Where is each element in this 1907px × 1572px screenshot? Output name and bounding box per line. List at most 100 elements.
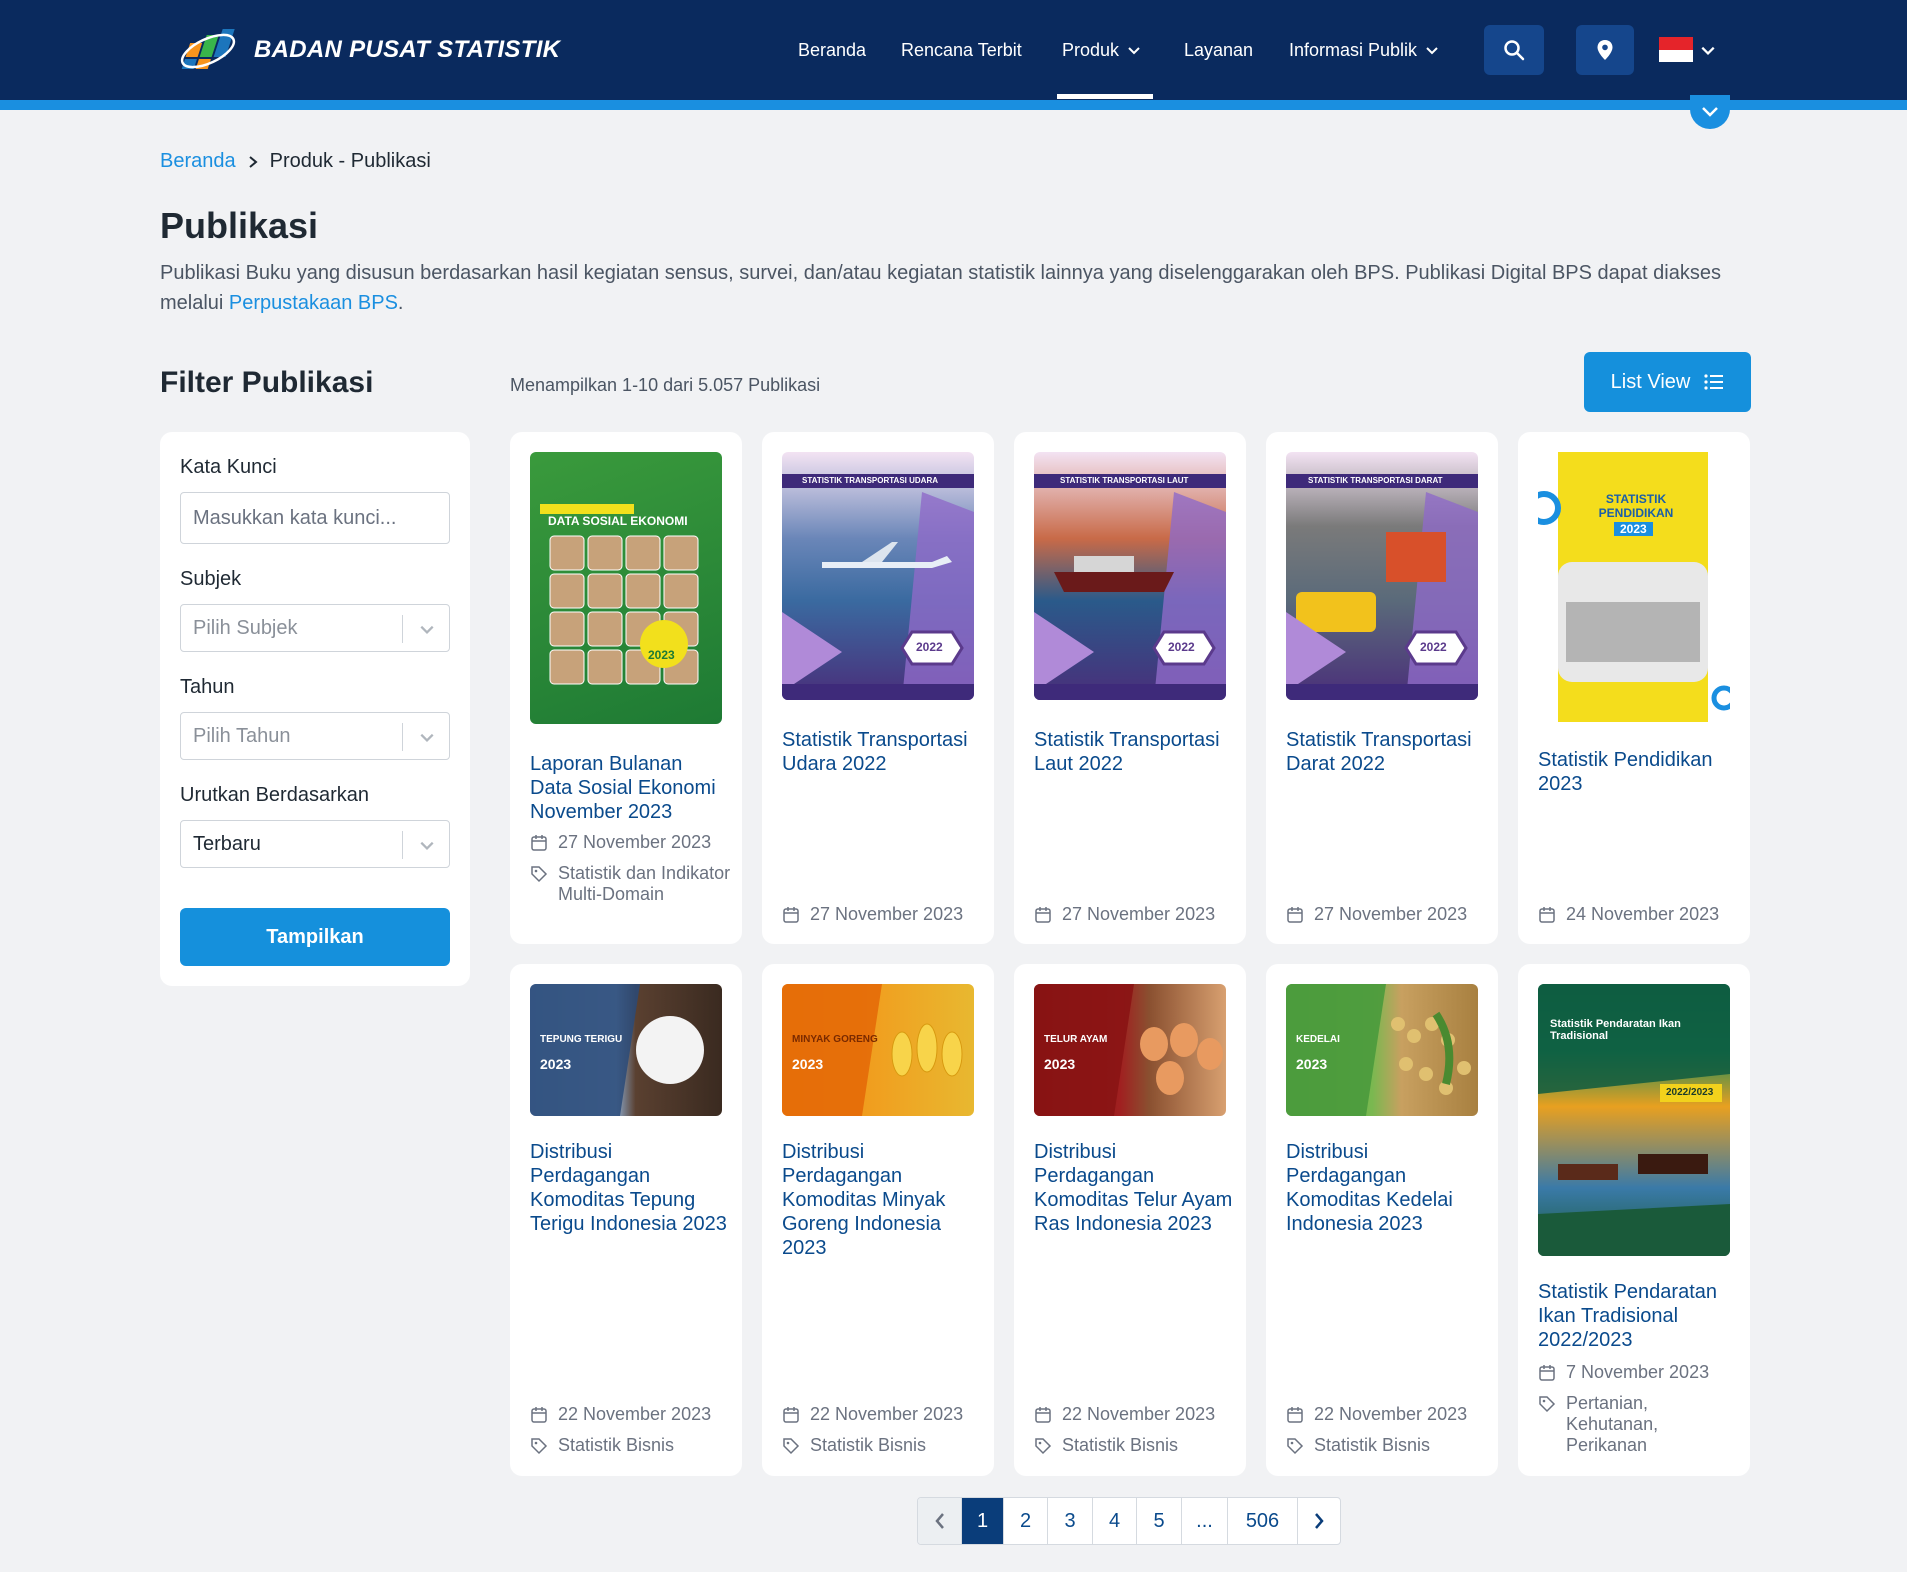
- chevron-left-icon: [934, 1513, 944, 1529]
- publication-cover[interactable]: Statistik Pendaratan Ikan Tradisional 20…: [1538, 984, 1730, 1256]
- publication-title[interactable]: Statistik Transportasi Darat 2022: [1286, 728, 1486, 776]
- sort-value: Terbaru: [193, 832, 261, 855]
- cover-title: MINYAK GORENG: [792, 1034, 878, 1045]
- pagination-page[interactable]: 5: [1137, 1498, 1182, 1544]
- breadcrumb-home[interactable]: Beranda: [160, 150, 236, 173]
- publication-date-text: 7 November 2023: [1566, 1362, 1710, 1382]
- publication-date: 22 November 2023: [782, 1404, 987, 1425]
- pagination-page[interactable]: 4: [1093, 1498, 1137, 1544]
- publication-title[interactable]: Distribusi Perdagangan Komoditas Kedelai…: [1286, 1140, 1486, 1236]
- bps-logo[interactable]: BADAN PUSAT STATISTIK: [178, 24, 560, 76]
- publication-category-text: Statistik Bisnis: [1062, 1435, 1179, 1455]
- calendar-icon: [1539, 907, 1555, 923]
- publication-title[interactable]: Distribusi Perdagangan Komoditas Minyak …: [782, 1140, 982, 1260]
- publication-title[interactable]: Statistik Pendidikan 2023: [1538, 748, 1738, 796]
- sort-select[interactable]: Terbaru: [180, 820, 450, 868]
- pagination: 1 2 3 4 5 ... 506: [917, 1497, 1341, 1545]
- publication-date: 24 November 2023: [1538, 904, 1743, 925]
- publication-cover[interactable]: STATISTIK TRANSPORTASI UDARA 2022: [782, 452, 974, 700]
- publication-card[interactable]: STATISTIK TRANSPORTASI LAUT 2022 Statist…: [1014, 432, 1246, 944]
- cover-title: KEDELAI: [1296, 1034, 1340, 1045]
- cover-title: STATISTIK PENDIDIKAN: [1598, 492, 1674, 520]
- publication-card[interactable]: Statistik Pendaratan Ikan Tradisional 20…: [1518, 964, 1750, 1476]
- page-description: Publikasi Buku yang disusun berdasarkan …: [160, 258, 1750, 318]
- sort-label: Urutkan Berdasarkan: [180, 784, 369, 806]
- publication-category-text: Statistik Bisnis: [810, 1435, 927, 1455]
- publication-card[interactable]: KEDELAI 2023 Distribusi Perdagangan Komo…: [1266, 964, 1498, 1476]
- perpustakaan-link[interactable]: Perpustakaan BPS: [229, 292, 398, 314]
- pagination-next-button[interactable]: [1298, 1498, 1340, 1544]
- cover-year: 2023: [1044, 1056, 1076, 1072]
- publication-card[interactable]: TEPUNG TERIGU 2023 Distribusi Perdaganga…: [510, 964, 742, 1476]
- nav-layanan[interactable]: Layanan: [1184, 0, 1253, 100]
- results-count: Menampilkan 1-10 dari 5.057 Publikasi: [510, 375, 821, 395]
- publication-card[interactable]: STATISTIK TRANSPORTASI DARAT 2022 Statis…: [1266, 432, 1498, 944]
- publication-category: Statistik Bisnis: [530, 1435, 735, 1456]
- tag-icon: [1287, 1438, 1304, 1455]
- chevron-down-icon: [1128, 47, 1140, 55]
- subject-placeholder: Pilih Subjek: [193, 616, 298, 639]
- keyword-label: Kata Kunci: [180, 456, 277, 478]
- page-description-end: .: [397, 292, 404, 314]
- keyword-input[interactable]: Masukkan kata kunci...: [180, 492, 450, 544]
- cover-year: 2023: [792, 1056, 824, 1072]
- pagination-prev-button[interactable]: [918, 1498, 962, 1544]
- publication-cover[interactable]: TEPUNG TERIGU 2023: [530, 984, 722, 1116]
- publication-date: 22 November 2023: [1034, 1404, 1239, 1425]
- publication-title[interactable]: Laporan Bulanan Data Sosial Ekonomi Nove…: [530, 752, 730, 824]
- tag-icon: [531, 866, 548, 883]
- subject-select[interactable]: Pilih Subjek: [180, 604, 450, 652]
- publication-card[interactable]: STATISTIK PENDIDIKAN 2023 Statistik Pend…: [1518, 432, 1750, 944]
- list-view-label: List View: [1610, 370, 1691, 393]
- publication-cover[interactable]: STATISTIK TRANSPORTASI LAUT 2022: [1034, 452, 1226, 700]
- tag-icon: [1035, 1438, 1052, 1455]
- publication-cover[interactable]: MINYAK GORENG 2023: [782, 984, 974, 1116]
- nav-informasi-publik[interactable]: Informasi Publik: [1289, 0, 1439, 100]
- publication-cover[interactable]: STATISTIK PENDIDIKAN 2023: [1538, 452, 1730, 722]
- cover-year: 2023: [648, 648, 675, 662]
- pagination-page[interactable]: 2: [1004, 1498, 1048, 1544]
- chevron-down-icon[interactable]: [1700, 42, 1716, 58]
- expand-header-button[interactable]: [1690, 95, 1730, 129]
- publication-cover[interactable]: STATISTIK TRANSPORTASI DARAT 2022: [1286, 452, 1478, 700]
- nav-produk[interactable]: Produk: [1062, 0, 1141, 100]
- publication-cover[interactable]: TELUR AYAM 2023: [1034, 984, 1226, 1116]
- publication-card[interactable]: MINYAK GORENG 2023 Distribusi Perdaganga…: [762, 964, 994, 1476]
- publication-date-text: 27 November 2023: [1062, 904, 1216, 924]
- tag-icon: [783, 1438, 800, 1455]
- publication-date-text: 22 November 2023: [558, 1404, 712, 1424]
- publication-card[interactable]: STATISTIK TRANSPORTASI UDARA 2022 Statis…: [762, 432, 994, 944]
- breadcrumb-current: Produk - Publikasi: [269, 150, 431, 172]
- publication-title[interactable]: Statistik Transportasi Udara 2022: [782, 728, 982, 776]
- publication-date-text: 27 November 2023: [558, 832, 712, 852]
- publication-title[interactable]: Statistik Pendaratan Ikan Tradisional 20…: [1538, 1280, 1738, 1352]
- year-label: Tahun: [180, 676, 235, 698]
- publication-title[interactable]: Statistik Transportasi Laut 2022: [1034, 728, 1234, 776]
- publication-date: 7 November 2023: [1538, 1362, 1743, 1383]
- pagination-page[interactable]: 1: [962, 1498, 1004, 1544]
- year-select[interactable]: Pilih Tahun: [180, 712, 450, 760]
- pagination-page[interactable]: 3: [1048, 1498, 1093, 1544]
- nav-rencana-terbit[interactable]: Rencana Terbit: [901, 0, 1022, 100]
- list-view-button[interactable]: List View: [1584, 352, 1751, 412]
- publication-category: Statistik dan Indikator Multi-Domain: [530, 863, 735, 905]
- breadcrumb: Beranda Produk - Publikasi: [160, 150, 431, 173]
- search-button[interactable]: [1484, 25, 1544, 75]
- publication-cover[interactable]: KEDELAI 2023: [1286, 984, 1478, 1116]
- publication-title[interactable]: Distribusi Perdagangan Komoditas Telur A…: [1034, 1140, 1234, 1236]
- cover-title: DATA SOSIAL EKONOMI: [548, 514, 688, 528]
- publication-cover[interactable]: DATA SOSIAL EKONOMI 2023: [530, 452, 722, 724]
- pagination-page[interactable]: 506: [1228, 1498, 1298, 1544]
- location-button[interactable]: [1576, 25, 1634, 75]
- publication-card[interactable]: DATA SOSIAL EKONOMI 2023 Laporan Bulanan…: [510, 432, 742, 944]
- tampilkan-button[interactable]: Tampilkan: [180, 908, 450, 966]
- page-title: Publikasi: [160, 205, 319, 246]
- publication-date: 27 November 2023: [530, 832, 735, 853]
- cover-title: TELUR AYAM: [1044, 1034, 1108, 1045]
- chevron-down-icon: [420, 625, 434, 635]
- nav-beranda[interactable]: Beranda: [798, 0, 866, 100]
- publication-title[interactable]: Distribusi Perdagangan Komoditas Tepung …: [530, 1140, 730, 1236]
- indonesia-flag-icon[interactable]: [1659, 37, 1693, 62]
- publication-card[interactable]: TELUR AYAM 2023 Distribusi Perdagangan K…: [1014, 964, 1246, 1476]
- logo-text: BADAN PUSAT STATISTIK: [254, 36, 561, 63]
